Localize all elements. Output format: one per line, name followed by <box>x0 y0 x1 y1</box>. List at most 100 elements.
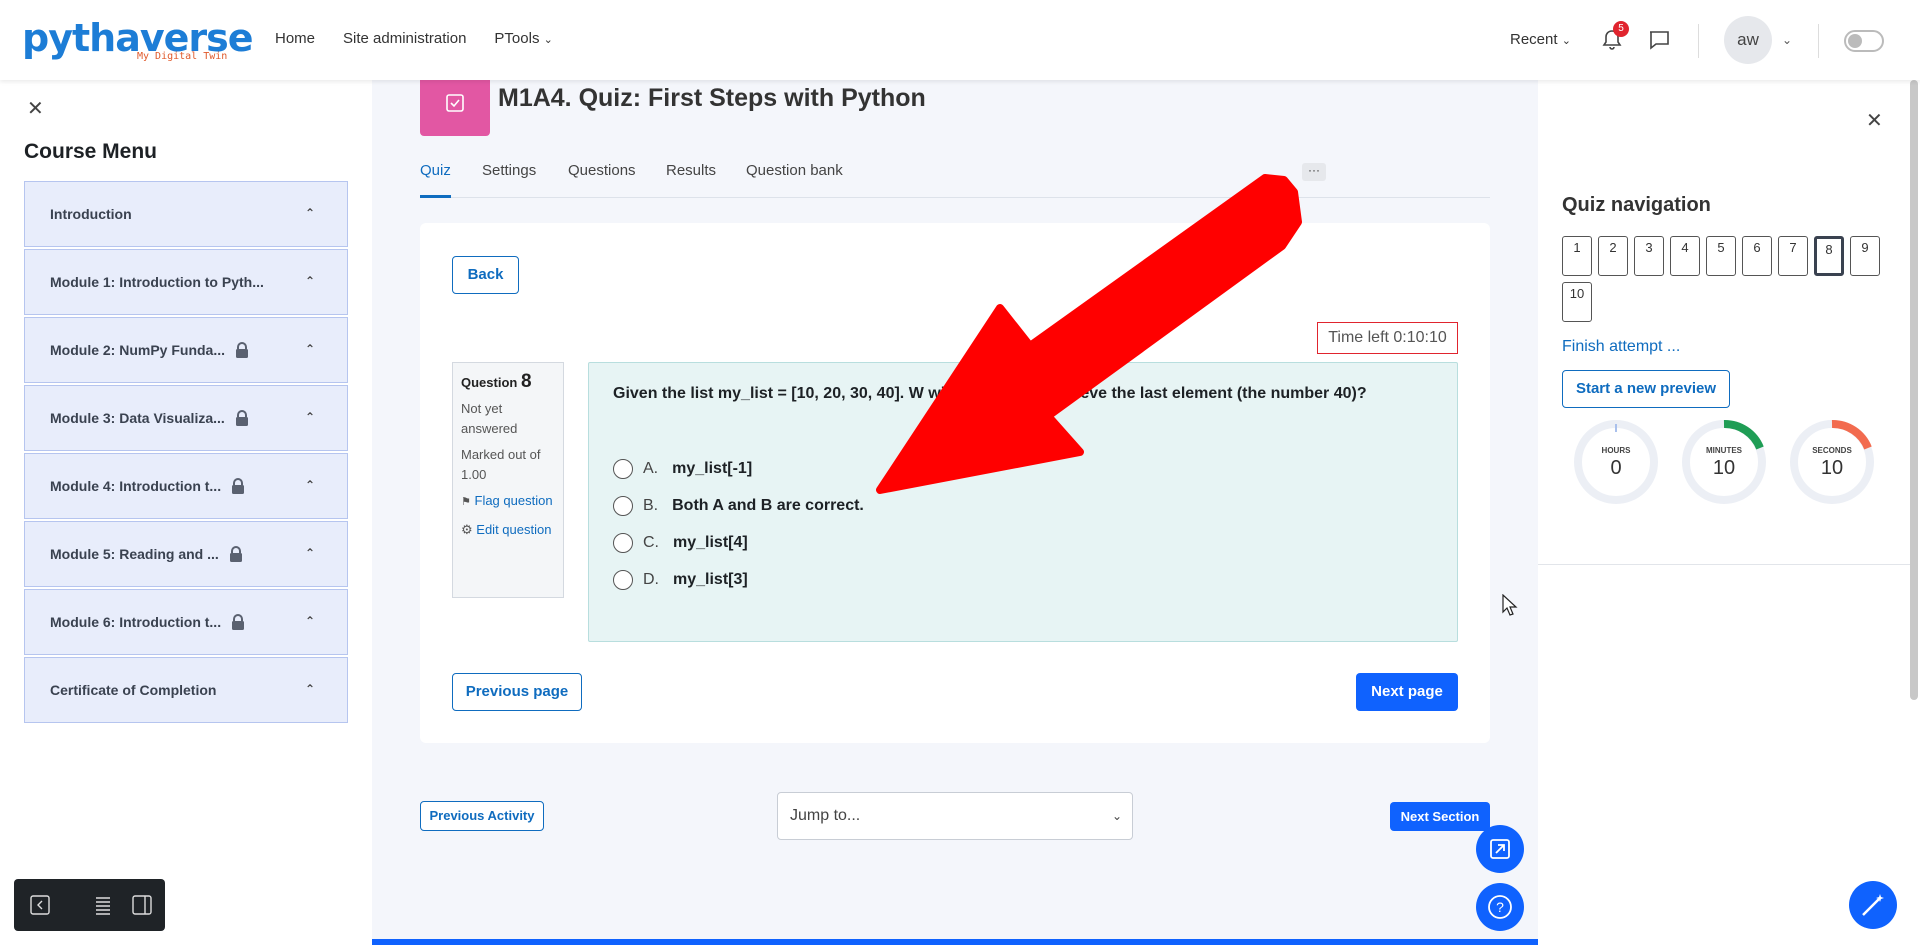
quiz-nav-button[interactable]: 6 <box>1742 236 1772 276</box>
question-mark-icon: ? <box>1488 895 1512 919</box>
tab-settings[interactable]: Settings <box>482 162 536 198</box>
edit-mode-toggle[interactable] <box>1844 30 1884 52</box>
close-icon[interactable]: ✕ <box>27 96 44 121</box>
logo-tagline: My Digital Twin <box>137 51 228 62</box>
collapse-left-icon[interactable] <box>30 895 50 915</box>
flag-question-label: Flag question <box>474 493 553 508</box>
chevron-up-icon[interactable]: ⌃ <box>305 410 315 424</box>
quiz-nav-button[interactable]: 2 <box>1598 236 1628 276</box>
finish-attempt-link[interactable]: Finish attempt ... <box>1562 338 1680 356</box>
chevron-up-icon[interactable]: ⌃ <box>305 478 315 492</box>
option-letter: A. <box>643 460 659 477</box>
close-icon[interactable]: ✕ <box>1866 108 1883 133</box>
tab-question-bank[interactable]: Question bank <box>746 162 843 198</box>
radio-button[interactable] <box>613 570 633 590</box>
chevron-up-icon[interactable]: ⌃ <box>305 274 315 288</box>
option-text: my_list[-1] <box>672 460 753 477</box>
top-navbar: pythaverse My Digital Twin Home Site adm… <box>0 0 1920 80</box>
nav-site-admin-link[interactable]: Site administration <box>343 30 466 47</box>
course-menu-item-label: Certificate of Completion <box>50 682 217 698</box>
quiz-nav-button[interactable]: 3 <box>1634 236 1664 276</box>
answer-option[interactable]: B. Both A and B are correct. <box>613 496 864 516</box>
chevron-up-icon[interactable]: ⌃ <box>305 682 315 696</box>
quiz-nav-button[interactable]: 1 <box>1562 236 1592 276</box>
quiz-nav-button[interactable]: 8 <box>1814 236 1844 276</box>
nav-ptools-menu[interactable]: PTools ⌄ <box>494 30 552 47</box>
lock-icon <box>232 478 245 494</box>
chevron-up-icon[interactable]: ⌃ <box>305 614 315 628</box>
lock-icon <box>236 342 249 358</box>
flag-question-link[interactable]: ⚑ Flag question <box>461 491 555 512</box>
quiz-activity-icon <box>420 74 490 136</box>
course-menu-item[interactable]: Introduction ⌃ <box>24 181 348 247</box>
lock-icon <box>229 546 242 562</box>
recent-menu[interactable]: Recent ⌄ <box>1510 31 1571 48</box>
page-title: M1A4. Quiz: First Steps with Python <box>498 84 926 112</box>
chat-icon[interactable] <box>1648 30 1670 50</box>
question-status: Not yet answered <box>461 401 518 436</box>
quiz-navigation-title: Quiz navigation <box>1562 194 1711 216</box>
gauge-label: MINUTES <box>1706 446 1742 455</box>
drawer-right-icon[interactable] <box>132 895 152 915</box>
list-icon[interactable] <box>94 895 112 915</box>
answer-option[interactable]: A. my_list[-1] <box>613 459 752 479</box>
question-info-panel: Question 8 Not yet answered Marked out o… <box>452 362 564 598</box>
previous-page-button[interactable]: Previous page <box>452 673 582 711</box>
next-page-button[interactable]: Next page <box>1356 673 1458 711</box>
tab-results[interactable]: Results <box>666 162 716 198</box>
radio-button[interactable] <box>613 533 633 553</box>
tab-quiz[interactable]: Quiz <box>420 162 451 198</box>
svg-text:?: ? <box>1496 899 1504 915</box>
answer-option[interactable]: C. my_list[4] <box>613 533 748 553</box>
annotation-arrow <box>876 174 1302 494</box>
course-menu-item[interactable]: Module 6: Introduction t... ⌃ <box>24 589 348 655</box>
tab-questions[interactable]: Questions <box>568 162 636 198</box>
start-new-preview-button[interactable]: Start a new preview <box>1562 370 1730 408</box>
nav-ptools-label: PTools <box>494 30 540 47</box>
time-left-indicator: Time left 0:10:10 <box>1317 322 1458 354</box>
course-menu-item[interactable]: Module 1: Introduction to Pyth... ⌃ <box>24 249 348 315</box>
question-number-value: 8 <box>520 371 532 392</box>
option-letter: D. <box>643 571 659 588</box>
question-number: Question 8 <box>461 371 555 393</box>
course-menu-item[interactable]: Module 2: NumPy Funda... ⌃ <box>24 317 348 383</box>
magic-wand-icon <box>1862 894 1884 916</box>
checkbox-icon <box>446 94 464 112</box>
mouse-cursor-icon <box>1502 594 1518 616</box>
course-menu-item-label: Module 2: NumPy Funda... <box>50 342 226 358</box>
previous-activity-button[interactable]: Previous Activity <box>420 801 544 831</box>
quiz-nav-button[interactable]: 10 <box>1562 282 1592 322</box>
course-menu-item[interactable]: Module 4: Introduction t... ⌃ <box>24 453 348 519</box>
answer-option[interactable]: D. my_list[3] <box>613 570 748 590</box>
chevron-down-icon[interactable]: ⌄ <box>1782 33 1792 47</box>
fullscreen-button[interactable] <box>1476 825 1524 873</box>
chevron-down-icon: ⌄ <box>543 34 553 46</box>
course-menu-item[interactable]: Module 5: Reading and ... ⌃ <box>24 521 348 587</box>
course-menu-title: Course Menu <box>24 140 158 163</box>
user-avatar[interactable]: aw <box>1724 16 1772 64</box>
ai-assistant-button[interactable] <box>1849 881 1897 929</box>
chevron-up-icon[interactable]: ⌃ <box>305 206 315 220</box>
help-button[interactable]: ? <box>1476 883 1524 931</box>
quiz-nav-button[interactable]: 9 <box>1850 236 1880 276</box>
radio-button[interactable] <box>613 496 633 516</box>
gear-icon: ⚙ <box>461 522 473 537</box>
next-section-button[interactable]: Next Section <box>1390 802 1490 831</box>
edit-question-link[interactable]: ⚙ Edit question <box>461 520 555 540</box>
chevron-up-icon[interactable]: ⌃ <box>305 342 315 356</box>
quiz-nav-button[interactable]: 5 <box>1706 236 1736 276</box>
quiz-nav-button[interactable]: 4 <box>1670 236 1700 276</box>
course-menu-item-label: Module 5: Reading and ... <box>50 546 219 562</box>
pythaverse-logo[interactable]: pythaverse My Digital Twin <box>22 18 254 64</box>
page-scrollbar[interactable] <box>1910 80 1918 700</box>
chevron-up-icon[interactable]: ⌃ <box>305 546 315 560</box>
radio-button[interactable] <box>613 459 633 479</box>
jump-to-select[interactable]: Jump to... ⌄ <box>777 792 1133 840</box>
quiz-nav-button[interactable]: 7 <box>1778 236 1808 276</box>
gauge-value: 0 <box>1610 457 1622 479</box>
nav-home-link[interactable]: Home <box>275 30 315 47</box>
course-menu-item[interactable]: Module 3: Data Visualiza... ⌃ <box>24 385 348 451</box>
option-text: my_list[4] <box>673 534 748 551</box>
course-menu-item[interactable]: Certificate of Completion ⌃ <box>24 657 348 723</box>
back-button[interactable]: Back <box>452 256 519 294</box>
